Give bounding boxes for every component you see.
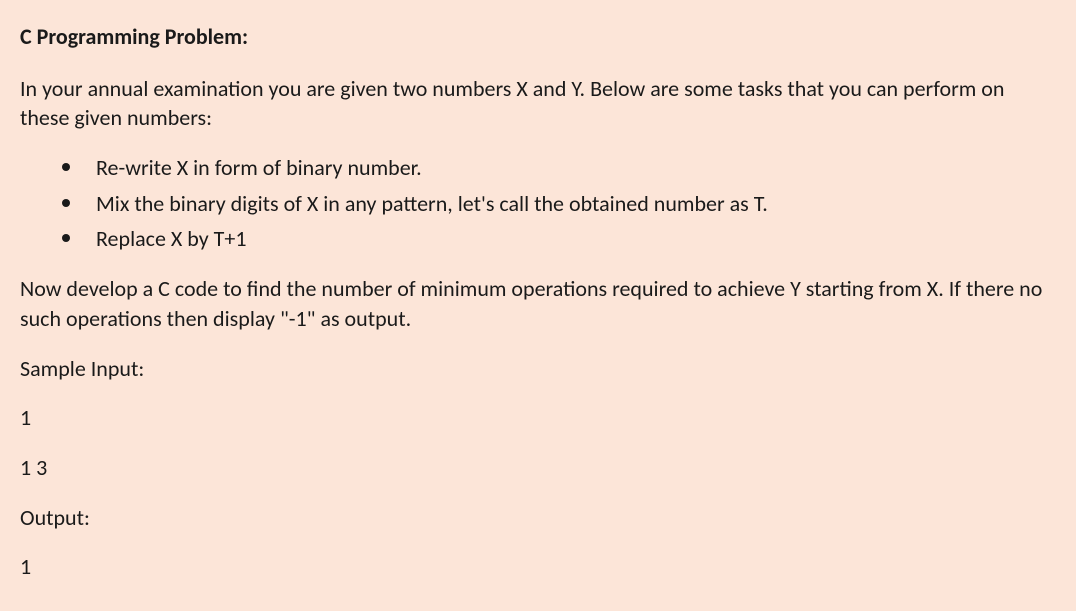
bullet-icon [62, 234, 70, 242]
list-item-text: Replace X by T+1 [96, 224, 1056, 254]
task-paragraph: Now develop a C code to find the number … [20, 274, 1056, 333]
sample-input-line: 1 3 [20, 453, 1056, 483]
task-list: Re-write X in form of binary number. Mix… [62, 153, 1056, 254]
sample-input-label: Sample Input: [20, 354, 1056, 384]
list-item: Mix the binary digits of X in any patter… [62, 189, 1056, 219]
list-item-text: Mix the binary digits of X in any patter… [96, 189, 1056, 219]
bullet-icon [62, 199, 70, 207]
list-item: Re-write X in form of binary number. [62, 153, 1056, 183]
sample-input-line: 1 [20, 403, 1056, 433]
problem-heading: C Programming Problem: [20, 22, 1056, 52]
intro-paragraph: In your annual examination you are given… [20, 74, 1056, 133]
bullet-icon [62, 163, 70, 171]
list-item: Replace X by T+1 [62, 224, 1056, 254]
output-line: 1 [20, 552, 1056, 582]
list-item-text: Re-write X in form of binary number. [96, 153, 1056, 183]
output-label: Output: [20, 503, 1056, 533]
